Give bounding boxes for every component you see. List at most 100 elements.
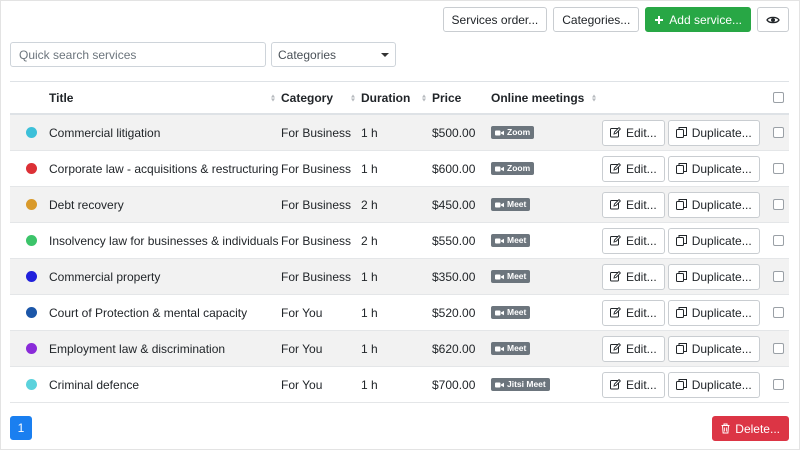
search-input[interactable]	[10, 42, 266, 67]
table-row: Criminal defence For You 1 h $700.00 Jit…	[10, 367, 789, 403]
header-title[interactable]: Title	[49, 82, 281, 113]
edit-button[interactable]: Edit...	[602, 299, 665, 326]
edit-icon	[610, 307, 621, 318]
edit-button[interactable]: Edit...	[602, 371, 665, 398]
row-online: Meet	[491, 223, 602, 258]
row-color-cell	[10, 223, 49, 258]
video-icon	[495, 166, 504, 171]
row-checkbox[interactable]	[773, 163, 784, 174]
row-duration: 2 h	[361, 233, 378, 248]
row-checkbox[interactable]	[773, 127, 784, 138]
duplicate-button[interactable]: Duplicate...	[667, 299, 760, 326]
edit-button[interactable]: Edit...	[602, 335, 665, 362]
duplicate-button[interactable]: Duplicate...	[667, 155, 760, 182]
row-color-cell	[10, 295, 49, 330]
duplicate-label: Duplicate...	[691, 269, 752, 284]
duplicate-label: Duplicate...	[691, 305, 752, 320]
row-actions: Edit... Duplicate...	[602, 295, 762, 330]
chevron-down-icon	[381, 52, 389, 57]
edit-button[interactable]: Edit...	[602, 191, 665, 218]
video-icon	[495, 310, 504, 315]
color-dot	[26, 343, 37, 354]
row-checkbox[interactable]	[773, 307, 784, 318]
edit-icon	[610, 163, 621, 174]
row-select-cell	[762, 223, 789, 258]
row-title: Insolvency law for businesses & individu…	[49, 233, 279, 248]
row-checkbox[interactable]	[773, 235, 784, 246]
color-dot	[26, 235, 37, 246]
row-checkbox[interactable]	[773, 343, 784, 354]
categories-button[interactable]: Categories...	[553, 7, 640, 32]
page-1-button[interactable]: 1	[10, 416, 32, 440]
sort-icon	[422, 94, 426, 101]
table-row: Debt recovery For Business 2 h $450.00 M…	[10, 187, 789, 223]
row-actions: Edit... Duplicate...	[602, 331, 762, 366]
header-select-all[interactable]	[762, 82, 789, 113]
duplicate-label: Duplicate...	[691, 341, 752, 356]
delete-button[interactable]: Delete...	[712, 416, 789, 441]
header-category[interactable]: Category	[281, 82, 361, 113]
duplicate-button[interactable]: Duplicate...	[667, 227, 760, 254]
duplicate-button[interactable]: Duplicate...	[667, 371, 760, 398]
duplicate-icon	[675, 343, 687, 354]
row-duration: 1 h	[361, 125, 378, 140]
row-color-cell	[10, 367, 49, 402]
online-badge-label: Zoom	[507, 163, 531, 174]
video-icon	[495, 274, 504, 279]
color-dot	[26, 127, 37, 138]
row-actions: Edit... Duplicate...	[602, 223, 762, 258]
header-price-label: Price	[432, 90, 462, 105]
duplicate-button[interactable]: Duplicate...	[667, 263, 760, 290]
row-duration: 1 h	[361, 161, 378, 176]
row-price: $700.00	[432, 377, 476, 392]
row-online: Jitsi Meet	[491, 367, 602, 402]
row-price: $500.00	[432, 125, 476, 140]
edit-button[interactable]: Edit...	[602, 119, 665, 146]
row-checkbox[interactable]	[773, 199, 784, 210]
header-online[interactable]: Online meetings	[491, 82, 602, 113]
row-price: $550.00	[432, 233, 476, 248]
services-order-button[interactable]: Services order...	[442, 7, 548, 32]
header-duration[interactable]: Duration	[361, 82, 432, 113]
duplicate-button[interactable]: Duplicate...	[667, 335, 760, 362]
color-dot	[26, 163, 37, 174]
table-row: Employment law & discrimination For You …	[10, 331, 789, 367]
add-service-button[interactable]: Add service...	[645, 7, 751, 32]
row-actions: Edit... Duplicate...	[602, 115, 762, 150]
category-select[interactable]: Categories	[271, 42, 396, 67]
online-badge-label: Meet	[507, 343, 527, 354]
edit-button[interactable]: Edit...	[602, 155, 665, 182]
row-color-cell	[10, 259, 49, 294]
duplicate-button[interactable]: Duplicate...	[667, 119, 760, 146]
online-badge: Meet	[491, 234, 531, 247]
header-category-label: Category	[281, 90, 334, 105]
edit-button[interactable]: Edit...	[602, 227, 665, 254]
header-online-label: Online meetings	[491, 90, 585, 105]
row-duration: 1 h	[361, 341, 378, 356]
row-online: Meet	[491, 331, 602, 366]
duplicate-button[interactable]: Duplicate...	[667, 191, 760, 218]
select-all-checkbox[interactable]	[773, 92, 784, 103]
online-badge: Meet	[491, 198, 531, 211]
sort-icon	[351, 94, 355, 101]
preview-button[interactable]	[757, 7, 789, 32]
row-actions: Edit... Duplicate...	[602, 151, 762, 186]
row-actions: Edit... Duplicate...	[602, 187, 762, 222]
online-badge: Zoom	[491, 162, 535, 175]
header-duration-label: Duration	[361, 90, 411, 105]
row-online: Meet	[491, 259, 602, 294]
row-checkbox[interactable]	[773, 379, 784, 390]
header-price[interactable]: Price	[432, 82, 491, 113]
sort-icon	[271, 94, 275, 101]
table-body: Commercial litigation For Business 1 h $…	[10, 115, 789, 403]
row-checkbox[interactable]	[773, 271, 784, 282]
row-color-cell	[10, 187, 49, 222]
row-category: For Business	[281, 269, 352, 284]
duplicate-icon	[675, 307, 687, 318]
edit-label: Edit...	[626, 161, 657, 176]
row-online: Zoom	[491, 151, 602, 186]
duplicate-label: Duplicate...	[691, 125, 752, 140]
edit-label: Edit...	[626, 269, 657, 284]
edit-button[interactable]: Edit...	[602, 263, 665, 290]
edit-label: Edit...	[626, 341, 657, 356]
